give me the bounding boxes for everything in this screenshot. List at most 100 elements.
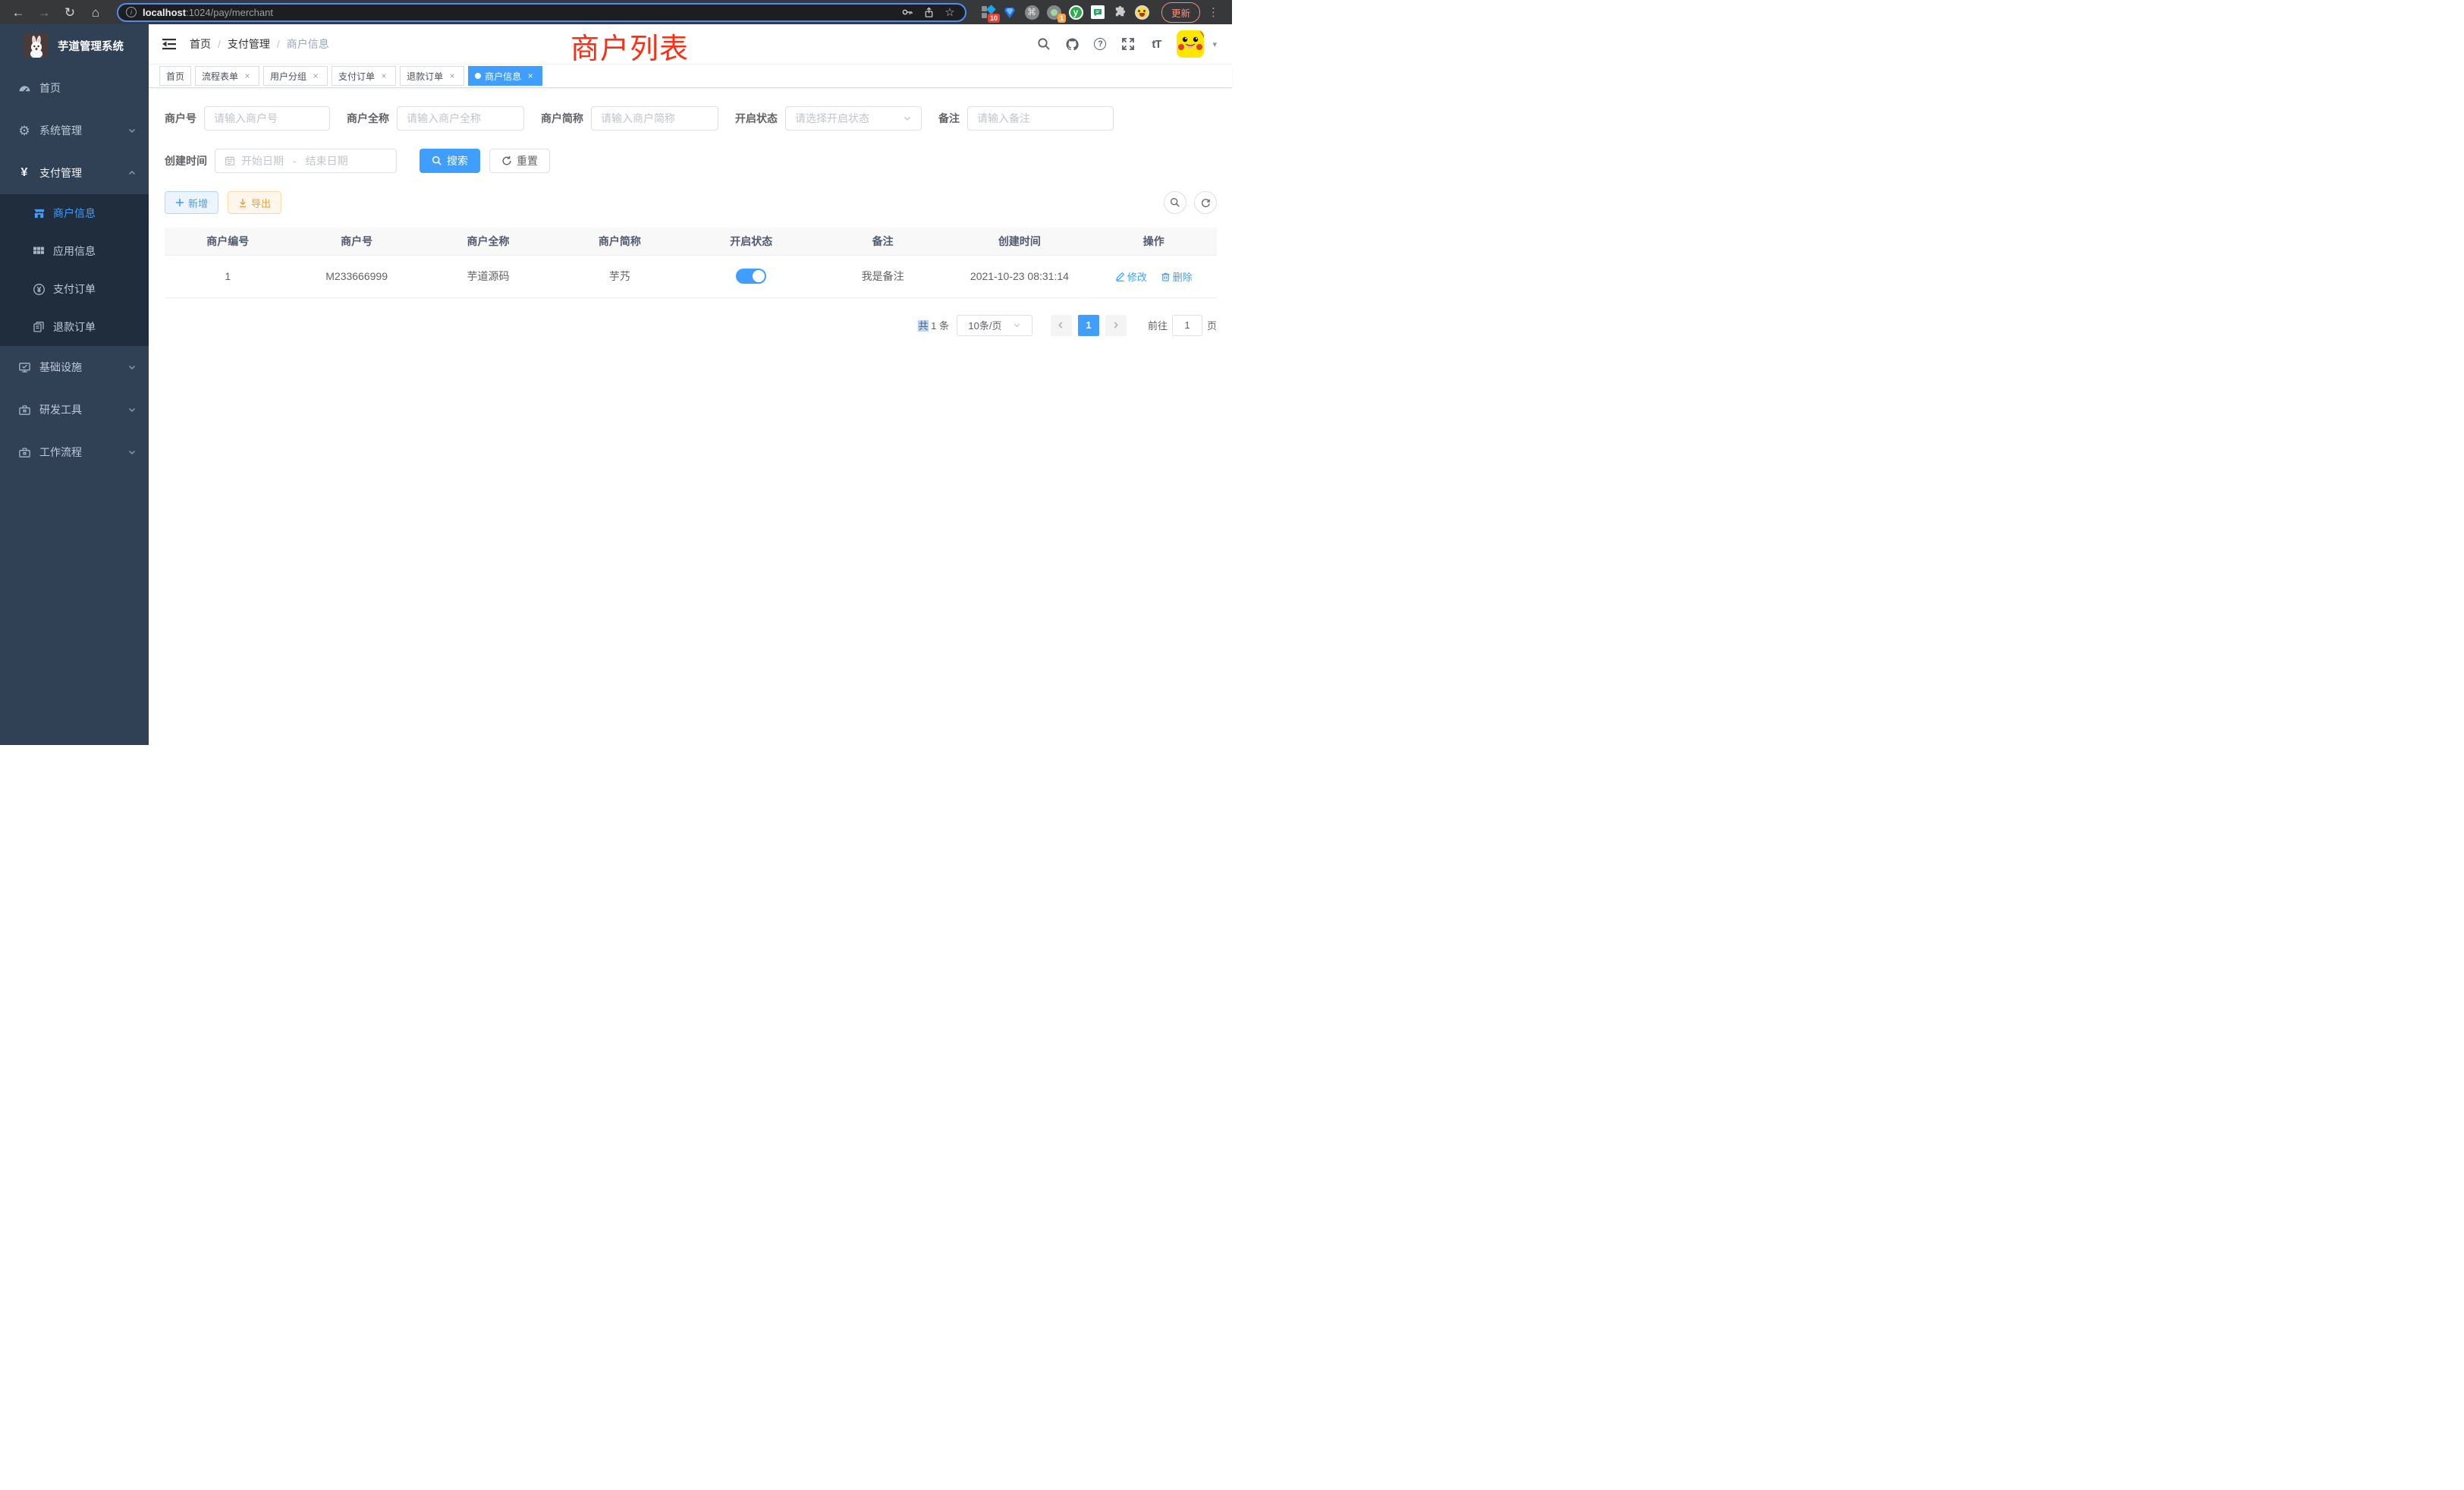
sidebar-logo[interactable]: 芋道管理系统 [0, 24, 149, 67]
breadcrumb-separator: / [277, 38, 280, 50]
sidebar-item-pay-order[interactable]: 支付订单 [0, 270, 149, 308]
browser-reload-button[interactable]: ↻ [59, 3, 80, 21]
tab-merchant-info[interactable]: 商户信息 × [468, 66, 542, 86]
tab-refund-order[interactable]: 退款订单 × [400, 66, 464, 86]
avatar-caret-icon[interactable]: ▾ [1212, 39, 1217, 49]
sidebar-item-payment[interactable]: ¥ 支付管理 [0, 152, 149, 194]
sidebar-item-home[interactable]: 首页 [0, 67, 149, 109]
export-button[interactable]: 导出 [228, 191, 281, 214]
gear-icon: ⚙ [15, 124, 33, 137]
close-icon[interactable]: × [379, 71, 389, 81]
chevron-down-icon [127, 448, 137, 457]
extension-gem-icon[interactable] [1002, 5, 1017, 20]
reset-button-label: 重置 [517, 153, 538, 168]
url-text[interactable]: localhost:1024/pay/merchant [143, 7, 894, 18]
tab-user-group[interactable]: 用户分组 × [263, 66, 328, 86]
monitor-icon [15, 361, 33, 374]
filter-row-1: 商户号 商户全称 商户简称 开启状态 请选择开启状态 [165, 106, 1217, 130]
sidebar-item-label: 支付订单 [53, 281, 96, 297]
search-button[interactable]: 搜索 [420, 149, 480, 173]
breadcrumb-separator: / [218, 38, 221, 50]
extension-yapi-icon[interactable]: y [1068, 5, 1083, 20]
address-bar[interactable]: i localhost:1024/pay/merchant ☆ [117, 3, 966, 22]
merchant-no-input[interactable] [214, 112, 320, 124]
next-page-button[interactable] [1105, 315, 1127, 336]
reset-button[interactable]: 重置 [489, 149, 550, 173]
sidebar-item-merchant-info[interactable]: 商户信息 [0, 194, 149, 232]
app-title: 芋道管理系统 [58, 38, 124, 54]
date-separator: - [290, 155, 300, 167]
edit-link[interactable]: 修改 [1115, 269, 1147, 284]
page-unit-label: 页 [1207, 318, 1217, 332]
page-number-1[interactable]: 1 [1078, 315, 1099, 336]
extension-grid-icon[interactable]: 10 [980, 5, 995, 20]
close-icon[interactable]: × [525, 71, 536, 81]
total-rest: 1 条 [929, 320, 949, 332]
field-label: 创建时间 [165, 153, 207, 168]
pager: 1 [1051, 315, 1127, 336]
browser-home-button[interactable]: ⌂ [85, 3, 106, 21]
date-range-picker[interactable]: 开始日期 - 结束日期 [215, 149, 397, 173]
delete-link[interactable]: 删除 [1161, 269, 1193, 284]
breadcrumb-payment[interactable]: 支付管理 [228, 36, 270, 52]
tab-home[interactable]: 首页 [159, 66, 191, 86]
goto-page: 前往 页 [1148, 315, 1217, 336]
chevron-down-icon [127, 126, 137, 135]
cell-merchant-no: M233666999 [291, 255, 422, 297]
field-label: 开启状态 [735, 111, 778, 126]
sidebar-item-label: 应用信息 [53, 244, 96, 259]
fullscreen-icon[interactable] [1120, 36, 1136, 52]
yen-icon: ¥ [15, 167, 33, 179]
goto-label: 前往 [1148, 318, 1168, 332]
merchant-table: 商户编号 商户号 商户全称 商户简称 开启状态 备注 创建时间 操作 1 M23… [165, 228, 1217, 298]
browser-forward-button[interactable]: → [33, 3, 55, 21]
add-button[interactable]: 新增 [165, 191, 218, 214]
extensions-puzzle-icon[interactable] [1112, 5, 1127, 20]
url-path: :1024/pay/merchant [186, 7, 273, 18]
site-info-icon[interactable]: i [126, 7, 137, 17]
full-name-input[interactable] [407, 112, 514, 124]
status-toggle[interactable] [736, 269, 766, 284]
sidebar-item-infrastructure[interactable]: 基础设施 [0, 346, 149, 388]
page-content: 商户号 商户全称 商户简称 开启状态 请选择开启状态 [149, 88, 1232, 336]
short-name-input[interactable] [601, 112, 709, 124]
sidebar-item-dev-tools[interactable]: 研发工具 [0, 388, 149, 431]
github-icon[interactable] [1064, 36, 1080, 52]
sidebar-item-refund-order[interactable]: 退款订单 [0, 308, 149, 346]
breadcrumb-home[interactable]: 首页 [190, 36, 211, 52]
profile-emoji-icon[interactable] [1134, 5, 1149, 20]
password-key-icon[interactable] [900, 6, 915, 18]
cell-actions: 修改 删除 [1091, 255, 1217, 297]
tab-process-form[interactable]: 流程表单 × [195, 66, 259, 86]
refresh-button[interactable] [1194, 191, 1217, 214]
toolbar-right [1164, 191, 1217, 214]
menu-fold-icon[interactable] [161, 36, 178, 52]
extension-command-icon[interactable]: ⌘ [1024, 5, 1039, 20]
app-header: 首页 / 支付管理 / 商户信息 ? [149, 24, 1232, 64]
search-icon[interactable] [1036, 36, 1051, 52]
sidebar-item-system[interactable]: ⚙ 系统管理 [0, 109, 149, 152]
sidebar-item-workflow[interactable]: 工作流程 [0, 431, 149, 473]
prev-page-button[interactable] [1051, 315, 1072, 336]
browser-menu-icon[interactable]: ⋮ [1208, 5, 1219, 19]
help-icon[interactable]: ? [1092, 36, 1108, 52]
sidebar-item-app-info[interactable]: 应用信息 [0, 232, 149, 270]
font-size-icon[interactable]: tT [1149, 36, 1164, 52]
show-search-button[interactable] [1164, 191, 1186, 214]
share-icon[interactable] [921, 7, 936, 18]
calendar-icon [225, 156, 235, 166]
browser-back-button[interactable]: ← [8, 3, 29, 21]
extension-chat-icon[interactable] [1090, 5, 1105, 20]
close-icon[interactable]: × [310, 71, 321, 81]
bookmark-star-icon[interactable]: ☆ [942, 5, 957, 19]
status-select[interactable]: 请选择开启状态 [785, 106, 922, 130]
chrome-update-button[interactable]: 更新 [1161, 2, 1200, 23]
avatar[interactable] [1177, 30, 1204, 58]
page-size-select[interactable]: 10条/页 [957, 315, 1032, 336]
remark-input[interactable] [977, 112, 1104, 124]
close-icon[interactable]: × [447, 71, 457, 81]
tab-pay-order[interactable]: 支付订单 × [332, 66, 396, 86]
close-icon[interactable]: × [242, 71, 253, 81]
goto-page-input[interactable] [1172, 315, 1202, 336]
extension-recorder-icon[interactable]: 1 [1046, 5, 1061, 20]
